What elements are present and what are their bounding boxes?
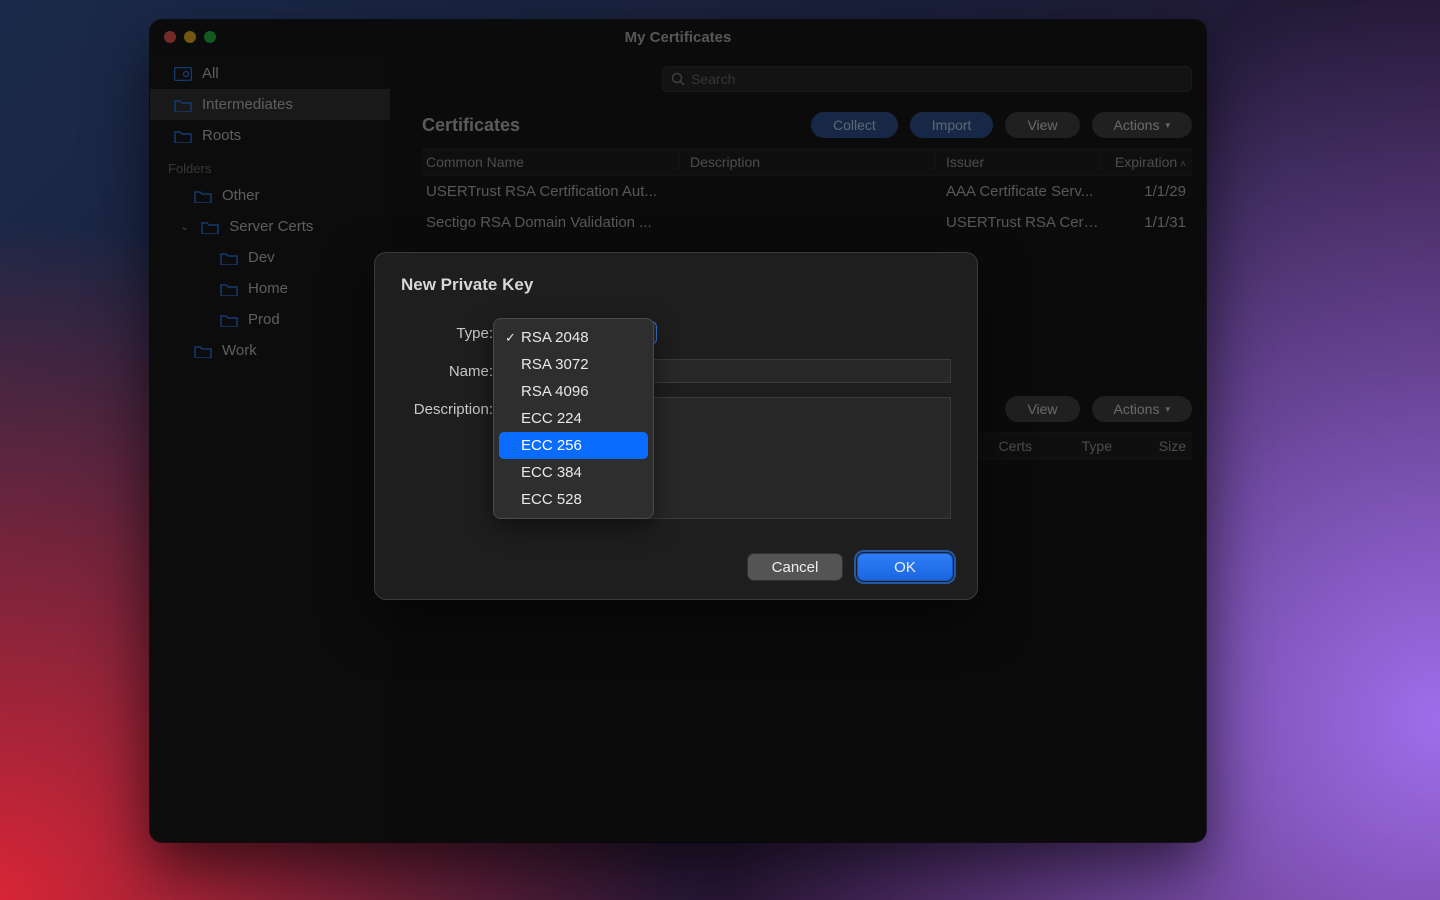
dropdown-option[interactable]: ECC 528	[499, 486, 648, 513]
dialog-title: New Private Key	[401, 275, 951, 295]
cancel-button[interactable]: Cancel	[747, 553, 843, 581]
type-dropdown-menu: RSA 2048 RSA 3072 RSA 4096 ECC 224 ECC 2…	[493, 318, 654, 519]
dropdown-option[interactable]: RSA 3072	[499, 351, 648, 378]
dropdown-option[interactable]: ECC 256	[499, 432, 648, 459]
dropdown-option[interactable]: RSA 4096	[499, 378, 648, 405]
description-label: Description:	[401, 397, 503, 418]
type-label: Type:	[401, 321, 503, 342]
name-label: Name:	[401, 359, 503, 380]
new-private-key-dialog: New Private Key Type: Name: Description:…	[374, 252, 978, 600]
dropdown-option[interactable]: RSA 2048	[499, 324, 648, 351]
dropdown-option[interactable]: ECC 224	[499, 405, 648, 432]
ok-button[interactable]: OK	[857, 553, 953, 581]
dropdown-option[interactable]: ECC 384	[499, 459, 648, 486]
